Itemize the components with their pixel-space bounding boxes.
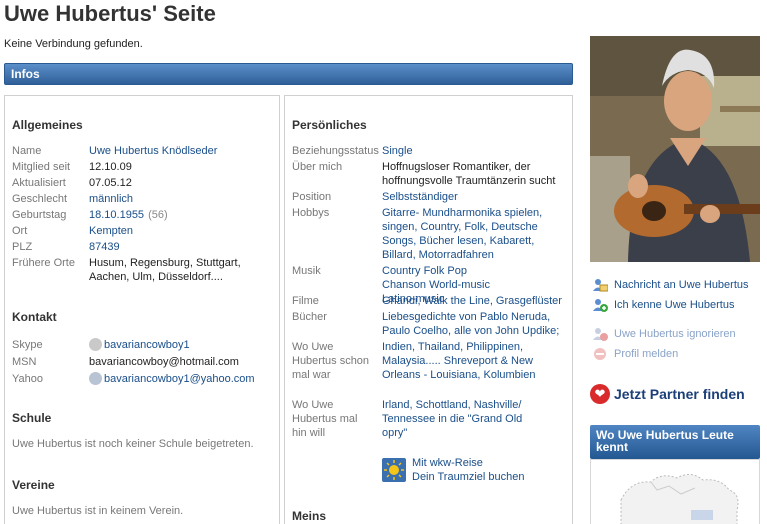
report-profile-action[interactable]: Profil melden — [592, 346, 678, 362]
city-link[interactable]: Kempten — [89, 224, 133, 238]
zip-label: PLZ — [12, 241, 33, 253]
about-value: Hoffnugsloser Romantiker, der hoffnungsv… — [382, 161, 556, 187]
report-icon — [592, 346, 608, 362]
map-heading: Wo Uwe Hubertus Leute kennt — [590, 425, 760, 459]
yahoo-label: Yahoo — [12, 373, 43, 385]
send-message-link[interactable]: Nachricht an Uwe Hubertus — [614, 279, 749, 291]
hobbies-label: Hobbys — [292, 207, 330, 219]
skype-icon — [89, 338, 102, 351]
birthday-link[interactable]: 18.10.1955 — [89, 208, 144, 222]
ignore-user-link[interactable]: Uwe Hubertus ignorieren — [614, 328, 736, 340]
row-about: Über mich Hoffnugsloser Romantiker, der … — [292, 160, 562, 188]
vereine-text: Uwe Hubertus ist in keinem Verein. — [12, 505, 184, 517]
name-label: Name — [12, 145, 42, 157]
yahoo-link[interactable]: bavariancowboy1@yahoo.com — [104, 372, 255, 386]
know-user-link[interactable]: Ich kenne Uwe Hubertus — [614, 299, 734, 311]
schule-heading: Schule — [12, 411, 52, 425]
message-icon — [592, 277, 609, 293]
travel-promo-line2[interactable]: Dein Traumziel buchen — [412, 470, 525, 484]
age-value: (56) — [148, 209, 168, 221]
info-row-former-cities: Frühere Orte Husum, Regensburg, Stuttgar… — [12, 256, 259, 284]
hobbies-links[interactable]: Gitarre- Mundharmonika spielen, singen, … — [382, 206, 562, 262]
info-row-city: Ort Kempten — [12, 224, 133, 238]
right-info-panel: Persönliches Beziehungsstatus Single Übe… — [284, 95, 573, 524]
zip-link[interactable]: 87439 — [89, 240, 120, 254]
info-row-zip: PLZ 87439 — [12, 240, 120, 254]
city-label: Ort — [12, 225, 28, 237]
left-info-panel: Allgemeines Name Uwe Hubertus Knödlseder… — [4, 95, 280, 524]
msn-label: MSN — [12, 356, 37, 368]
row-hobbies: Hobbys Gitarre- Mundharmonika spielen, s… — [292, 206, 562, 262]
updated-label: Aktualisiert — [12, 177, 66, 189]
heart-icon: ❤ — [590, 384, 610, 404]
relationship-label: Beziehungsstatus — [292, 145, 379, 157]
relationship-link[interactable]: Single — [382, 144, 413, 158]
allgemeines-heading: Allgemeines — [12, 118, 83, 132]
msn-value: bavariancowboy@hotmail.com — [89, 356, 239, 368]
books-links[interactable]: Liebesgedichte von Pablo Neruda, Paulo C… — [382, 310, 562, 338]
add-friend-icon — [592, 297, 608, 313]
films-label: Filme — [292, 295, 319, 307]
been-to-label: Wo Uwe Hubertus schon mal war — [292, 341, 370, 381]
connection-status: Keine Verbindung gefunden. — [4, 38, 143, 50]
former-cities-value: Husum, Regensburg, Stuttgart, Aachen, Ul… — [89, 257, 241, 283]
ignore-user-action[interactable]: Uwe Hubertus ignorieren — [592, 326, 736, 342]
persoenliches-heading: Persönliches — [292, 118, 367, 132]
profile-photo[interactable] — [590, 36, 760, 262]
travel-promo[interactable]: Mit wkw-Reise Dein Traumziel buchen — [382, 456, 525, 484]
updated-value: 07.05.12 — [89, 177, 132, 189]
vereine-heading: Vereine — [12, 478, 55, 492]
row-position: Position Selbstständiger — [292, 190, 458, 204]
schule-text: Uwe Hubertus ist noch keiner Schule beig… — [12, 438, 254, 450]
report-profile-link[interactable]: Profil melden — [614, 348, 678, 360]
find-partner-label[interactable]: Jetzt Partner finden — [614, 386, 745, 402]
wants-to-go-label: Wo Uwe Hubertus mal hin will — [292, 399, 358, 439]
sun-icon — [382, 458, 406, 482]
yahoo-icon — [89, 372, 102, 385]
position-link[interactable]: Selbstständiger — [382, 190, 458, 204]
info-row-name: Name Uwe Hubertus Knödlseder — [12, 144, 217, 158]
travel-promo-line1[interactable]: Mit wkw-Reise — [412, 456, 525, 470]
skype-link[interactable]: bavariancowboy1 — [104, 338, 190, 352]
info-row-birthday: Geburtstag 18.10.1955 (56) — [12, 208, 168, 222]
know-user-action[interactable]: Ich kenne Uwe Hubertus — [592, 297, 734, 313]
row-books: Bücher Liebesgedichte von Pablo Neruda, … — [292, 310, 562, 338]
kontakt-heading: Kontakt — [12, 310, 57, 324]
infos-section-bar: Infos — [4, 63, 573, 85]
books-label: Bücher — [292, 311, 327, 323]
ignore-icon — [592, 326, 608, 342]
gender-label: Geschlecht — [12, 193, 68, 205]
row-films: Filme Ghandi, Walk the Line, Grasgeflüst… — [292, 294, 562, 308]
about-label: Über mich — [292, 161, 343, 173]
films-links[interactable]: Ghandi, Walk the Line, Grasgeflüster — [382, 294, 562, 308]
info-row-updated: Aktualisiert 07.05.12 — [12, 176, 132, 190]
position-label: Position — [292, 191, 332, 203]
row-relationship: Beziehungsstatus Single — [292, 144, 413, 158]
page-title: Uwe Hubertus' Seite — [4, 1, 216, 26]
contact-row-yahoo: Yahoo bavariancowboy1@yahoo.com — [12, 372, 255, 386]
been-to-links[interactable]: Indien, Thailand, Philippinen, Malaysia.… — [382, 340, 562, 382]
skype-label: Skype — [12, 339, 43, 351]
row-wants-to-go: Wo Uwe Hubertus mal hin will Irland, Sch… — [292, 398, 532, 440]
info-row-gender: Geschlecht männlich — [12, 192, 133, 206]
row-been-to: Wo Uwe Hubertus schon mal war Indien, Th… — [292, 340, 562, 382]
find-partner-banner[interactable]: ❤ Jetzt Partner finden — [590, 384, 745, 404]
info-row-member-since: Mitglied seit 12.10.09 — [12, 160, 132, 174]
meins-heading: Meins — [292, 509, 327, 523]
send-message-action[interactable]: Nachricht an Uwe Hubertus — [592, 277, 749, 293]
name-link[interactable]: Uwe Hubertus Knödlseder — [89, 144, 217, 158]
wants-to-go-links[interactable]: Irland, Schottland, Nashville/ Tennessee… — [382, 398, 532, 440]
birthday-label: Geburtstag — [12, 209, 67, 221]
contact-row-msn: MSN bavariancowboy@hotmail.com — [12, 355, 239, 369]
contacts-map[interactable] — [590, 459, 760, 524]
member-since-value: 12.10.09 — [89, 161, 132, 173]
member-since-label: Mitglied seit — [12, 161, 71, 173]
contact-row-skype: Skype bavariancowboy1 — [12, 338, 190, 352]
former-cities-label: Frühere Orte — [12, 257, 75, 269]
gender-link[interactable]: männlich — [89, 192, 133, 206]
